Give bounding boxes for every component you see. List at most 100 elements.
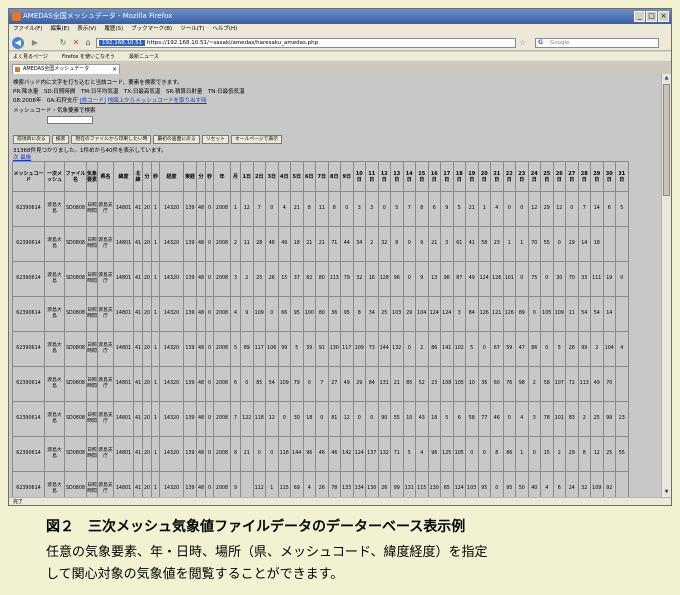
map-mesh-link[interactable]: 地図上からメッシュコードを取り出す時 [108,98,207,104]
menu-history[interactable]: 履歴(S) [104,24,123,35]
column-header: 一次メッシュ [44,161,65,192]
menu-tools[interactable]: ツール(T) [180,24,204,35]
table-cell: 日照時間 [86,366,98,402]
next-last-link[interactable]: 次 最後 [13,153,31,161]
menu-file[interactable]: ファイル(F) [13,24,42,35]
maximize-icon[interactable]: □ [646,11,657,22]
menu-help[interactable]: ヘルプ(H) [212,24,237,35]
column-header: 17日 [440,161,454,192]
table-cell: 133 [340,471,354,497]
table-cell: 54 [265,366,279,402]
table-cell: 渡島支庁 [97,331,114,367]
table-cell: 2008 [213,471,231,497]
table-cell: 21 [315,226,329,262]
stop-icon[interactable]: ✕ [71,37,81,49]
table-cell: 32 [577,471,591,497]
table-cell: 79 [290,366,304,402]
table-cell: 58 [540,366,554,402]
back-arrow-icon[interactable]: ◀ [12,37,24,49]
table-cell: 70 [602,366,616,402]
table-cell: 41 [133,436,143,472]
table-cell: 14801 [113,401,134,437]
column-header: 11日 [365,161,379,192]
table-cell: 4 [490,191,504,227]
table-cell: 渡島支庁 [97,191,114,227]
table-cell: 0 [265,436,279,472]
table-cell: 83 [565,401,579,437]
table-cell: 日照時間 [86,471,98,497]
prefecture-code-link[interactable]: [県コード] [80,98,106,104]
table-cell: 20 [142,191,152,227]
column-header: 31日 [615,161,629,192]
menu-bookmarks[interactable]: ブックマーク(B) [131,24,172,35]
table-cell: 115 [415,471,429,497]
status-bar: 完了 [9,497,671,505]
reset-button[interactable]: リセット [201,135,229,144]
tab-close-icon[interactable]: × [112,65,117,74]
table-cell: 2008 [213,191,231,227]
back-to-previous-button[interactable]: 前項目に戻る [13,135,50,144]
table-cell: 0 [402,226,416,262]
table-cell: 0 [402,331,416,367]
table-cell: 113 [327,261,341,297]
all-pages-button[interactable]: オールページで表示 [230,135,283,144]
menu-view[interactable]: 表示(V) [77,24,96,35]
table-cell: 95 [477,471,491,497]
search-input[interactable]: G Google [535,38,659,48]
table-cell: 62390614 [12,191,45,227]
table-cell: 0 [552,226,566,262]
column-header: 7日 [315,161,329,192]
table-cell: 1 [230,191,241,227]
mesh-search-input[interactable] [47,116,93,124]
table-cell: SD0808 [64,261,87,297]
table-cell: 0 [265,296,279,332]
table-cell: 32 [352,261,366,297]
table-cell: 139 [183,226,197,262]
tab-amedas[interactable]: AMEDAS全国メッシュデータ × [12,64,120,74]
table-cell: 0 [205,261,214,297]
table-cell: 25 [602,436,616,472]
forward-arrow-icon[interactable]: ▶ [29,37,41,49]
table-cell: 100 [302,296,316,332]
table-cell: 2 [230,226,241,262]
bookmark-latest-news[interactable]: 最新ニュース [129,52,159,61]
reload-icon[interactable]: ↻ [57,37,69,49]
address-bar[interactable]: 192.168.10.51 https://192.168.10.51/~sas… [96,38,516,48]
table-cell: 48 [196,401,206,437]
close-icon[interactable]: × [658,11,669,22]
table-cell: 7 [402,191,416,227]
menu-edit[interactable]: 編集(E) [50,24,69,35]
table-cell: 12 [265,401,279,437]
table-cell: 124 [352,436,366,472]
data-table-wrapper: メッシュコード 一次メッシュ ファイル名 気象要素 県名 緯度 北緯分秒経度 東経分秒年月 1日… [12,161,629,497]
table-cell: SD0808 [64,331,87,367]
vertical-scrollbar[interactable]: ▲ ▼ [661,74,671,497]
table-cell: 50 [515,471,529,497]
caption-line-2: して関心対象の気象値を閲覧することができます。 [46,567,344,582]
print-button[interactable]: 現在のファイルから印刷したい時 [71,135,152,144]
bookmark-star-icon[interactable]: ☆ [519,38,526,48]
table-cell: 126 [477,296,491,332]
table-cell: 2 [365,226,379,262]
scroll-down-icon[interactable]: ▼ [662,488,671,497]
table-cell: SD0808 [64,471,87,497]
search-button[interactable]: 検索 [51,135,70,144]
scrollbar-thumb[interactable] [663,84,670,196]
table-cell: 8 [352,296,366,332]
table-cell: 112 [252,471,266,497]
minimize-icon[interactable]: _ [634,11,645,22]
table-cell: 109 [552,296,566,332]
scroll-up-icon[interactable]: ▲ [662,74,671,83]
bookmark-most-visited[interactable]: よく見るページ [13,52,48,61]
column-header: 16日 [427,161,441,192]
table-cell [615,296,629,332]
table-cell: 25 [377,296,391,332]
home-icon[interactable]: ⌂ [83,37,93,49]
tab-bar: AMEDAS全国メッシュデータ × [9,63,671,74]
first-screen-button[interactable]: 最初の画面に戻る [153,135,200,144]
table-cell: 渡島大島 [44,191,65,227]
column-header: 10日 [352,161,366,192]
table-cell: 124 [452,471,466,497]
table-cell: 109 [352,331,366,367]
bookmark-getting-started[interactable]: Firefox を使いこなそう [62,52,115,61]
